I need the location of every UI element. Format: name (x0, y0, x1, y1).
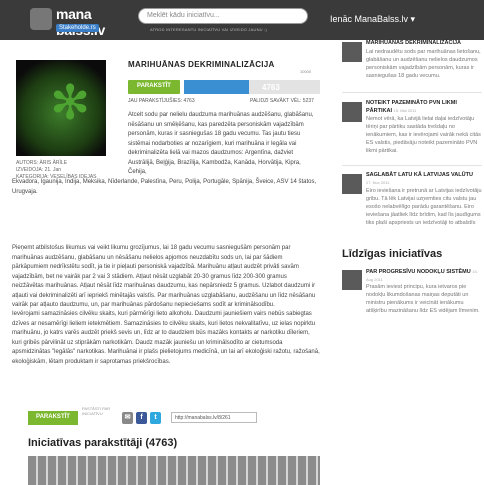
progress-fill (184, 80, 249, 94)
site-logo[interactable]: mana balss.lv Stakeholde.rs (30, 4, 110, 38)
sidebar-item-title[interactable]: SAGLABĀT LATU KĀ LATVIJAS VALŪTU 27. Nov… (366, 172, 480, 187)
sidebar-item-date: 15. Mai 2011 (393, 108, 417, 113)
divider (342, 92, 482, 93)
twitter-share-icon[interactable]: t (150, 412, 161, 424)
initiative-photo: ✻ (16, 60, 106, 156)
initiative-thumbnail (342, 42, 362, 62)
similar-item-body: Prasām ieviest principu, kura ietvaros p… (366, 284, 480, 314)
search-hint: ATROD INTERESANTU INICIATĪVU VAI IZVEIDO… (150, 27, 267, 32)
initiative-thumbnail (342, 102, 362, 122)
megaphone-icon (30, 8, 52, 30)
sidebar-item-title[interactable]: NOTEIKT PAZEMINĀTO PVN LIKMI PĀRTIKAI 15… (366, 100, 480, 115)
sidebar-item-title-text[interactable]: SAGLABĀT LATU KĀ LATVIJAS VALŪTU (366, 172, 473, 178)
sign-button[interactable]: PARAKSTĪT (128, 80, 180, 94)
similar-item-title[interactable]: PAR PROGRESĪVU NODOKĻU SISTĒMU 15. Aug 2… (366, 268, 480, 284)
initiative-title: MARIHUĀNAS DEKRIMINALIZĀCIJA (128, 60, 275, 69)
initiative-thumbnail (342, 270, 362, 290)
created-line: IZVEIDOJA: 21. Jan (16, 167, 62, 173)
logo-subtitle: Stakeholde.rs (56, 24, 99, 32)
similar-item-title-text[interactable]: PAR PROGRESĪVU NODOKĻU SISTĒMU (366, 269, 471, 275)
initiative-description-cont: Ekvadora, Igaunija, Indija, Meksika, Nīd… (12, 179, 317, 195)
sign-button-bottom[interactable]: PARAKSTĪT (28, 411, 78, 425)
login-link[interactable]: Ienāc ManaBalss.lv ▾ (330, 14, 415, 25)
facebook-share-icon[interactable]: f (136, 412, 147, 424)
email-share-icon[interactable]: ✉ (122, 412, 133, 424)
sidebar-item-body: Eiro ieviešana ir pretrunā ar Latvijas i… (366, 188, 482, 226)
share-url-field[interactable]: http://manabalss.lv/8/261 (171, 412, 257, 423)
progress-max: 10000 (300, 69, 312, 74)
sidebar-item-date: 27. Nov 2011 (366, 180, 390, 185)
signers-avatar-grid[interactable] (28, 456, 320, 485)
similar-initiatives-heading: Līdzīgas iniciatīvas (342, 248, 443, 260)
sidebar-item-title[interactable]: MARIHUĀNAS DEKRIMINALIZĀCIJA (366, 40, 480, 47)
divider (342, 165, 482, 166)
sidebar-item[interactable]: NOTEIKT PAZEMINĀTO PVN LIKMI PĀRTIKAI 15… (342, 100, 482, 170)
similar-item[interactable]: PAR PROGRESĪVU NODOKĻU SISTĒMU 15. Aug 2… (342, 268, 482, 338)
sidebar-item-body: Nemot vērā, ka Latvijā lielai daļai iedz… (366, 116, 481, 154)
remaining-count: PALIDZI SAVĀKT VĒL: 5237 (250, 98, 314, 104)
author-line: AUTORS: ĀRIS ĀRĪLE (16, 160, 68, 166)
initiative-paragraph-1: Pieņemt atbilstošus likumus vai veikt li… (12, 245, 316, 308)
sidebar-item-body: Lai nedraudētu sods par marihuānas lieto… (366, 49, 481, 79)
logo-text: mana balss.lv (56, 6, 105, 38)
initiative-description: Atcelt sodu par nelielu daudzuma marihuā… (128, 112, 314, 175)
search-input[interactable]: Meklēt kādu iniciatīvu... (138, 8, 308, 24)
initiative-paragraph-2: Ievērojami samazināsies cilvēku skaits, … (12, 311, 320, 365)
signed-count: JAU PARAKSTĪJUŠIES: 4763 (128, 98, 195, 104)
share-hint: PASTĀSTI PAR INICIATĪVU (82, 406, 111, 416)
initiative-thumbnail (342, 174, 362, 194)
sidebar-item[interactable]: SAGLABĀT LATU KĀ LATVIJAS VALŪTU 27. Nov… (342, 172, 482, 242)
progress-value: 4763 (262, 83, 280, 92)
cannabis-leaf-icon: ✻ (50, 77, 91, 130)
signers-heading: Iniciatīvas parakstītāji (4763) (28, 437, 178, 449)
